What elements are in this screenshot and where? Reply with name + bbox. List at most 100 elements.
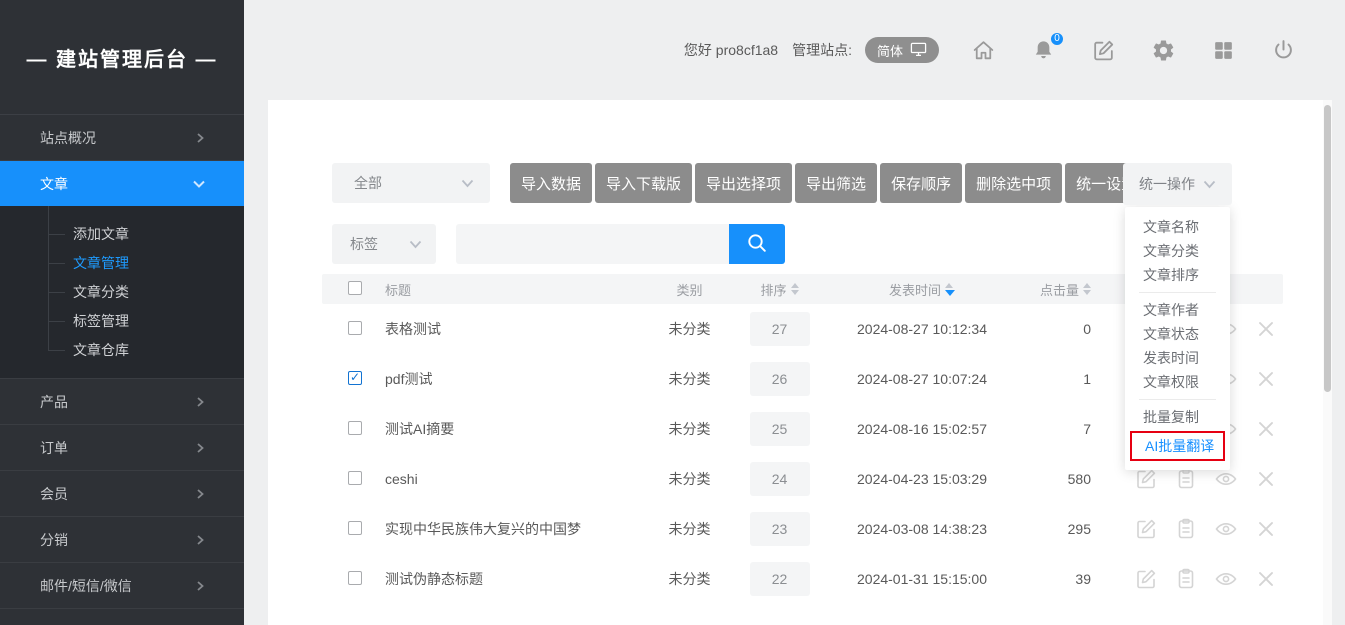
view-icon[interactable] [1214,517,1238,541]
sidebar-item-mail-sms-wechat[interactable]: 邮件/短信/微信 [0,563,244,609]
delete-icon[interactable] [1254,317,1278,341]
sidebar-item-orders[interactable]: 订单 [0,425,244,471]
click-count: 7 [1012,421,1097,437]
column-header-clicks: 点击量 [1040,280,1079,299]
sidebar-item-site-overview[interactable]: 站点概况 [0,115,244,161]
language-switch[interactable]: 简体 [865,37,939,63]
delete-icon[interactable] [1254,567,1278,591]
sort-arrows-icon [1083,283,1091,295]
submenu-item-tag-management[interactable]: 标签管理 [0,307,244,336]
row-checkbox[interactable] [348,421,362,435]
delete-icon[interactable] [1254,367,1278,391]
power-icon[interactable] [1271,38,1296,63]
compose-icon[interactable] [1091,38,1116,63]
menu-item-article-author[interactable]: 文章作者 [1125,298,1230,322]
sidebar-item-members[interactable]: 会员 [0,471,244,517]
edit-icon[interactable] [1134,567,1158,591]
table-row: 测试伪静态标题 未分类 22 2024-01-31 15:15:00 39 [322,554,1283,604]
export-filtered-button[interactable]: 导出筛选 [795,163,877,203]
publish-time: 2024-01-31 15:15:00 [832,571,1012,587]
submenu-item-article-repository[interactable]: 文章仓库 [0,336,244,365]
delete-icon[interactable] [1254,467,1278,491]
order-input[interactable]: 25 [750,412,810,446]
order-input[interactable]: 22 [750,562,810,596]
row-checkbox[interactable] [348,521,362,535]
chevron-right-icon [194,580,206,592]
row-checkbox[interactable] [348,471,362,485]
sidebar-item-distribution[interactable]: 分销 [0,517,244,563]
order-input[interactable]: 27 [750,312,810,346]
search-field-select[interactable]: 标签 [332,224,436,264]
click-count: 1 [1012,371,1097,387]
menu-divider [1139,399,1216,400]
bulk-buttons: 导入数据 导入下载版 导出选择项 导出筛选 保存顺序 删除选中项 统一设置SEO [510,163,1179,203]
menu-item-batch-copy[interactable]: 批量复制 [1125,405,1230,429]
topbar: 您好 pro8cf1a8 管理站点: 简体 0 [244,0,1345,100]
sidebar-item-articles[interactable]: 文章 [0,161,244,206]
order-input[interactable]: 23 [750,512,810,546]
row-checkbox[interactable] [348,371,362,385]
publish-time: 2024-03-08 14:38:23 [832,521,1012,537]
order-input[interactable]: 24 [750,462,810,496]
menu-item-ai-batch-translate[interactable]: AI批量翻译 [1132,436,1214,456]
delete-icon[interactable] [1254,417,1278,441]
menu-divider [1139,292,1216,293]
manage-site-label: 管理站点: [792,40,852,60]
submenu-item-add-article[interactable]: 添加文章 [0,220,244,249]
edit-icon[interactable] [1134,517,1158,541]
delete-icon[interactable] [1254,517,1278,541]
submenu-item-article-category[interactable]: 文章分类 [0,278,244,307]
copy-icon[interactable] [1174,567,1198,591]
sort-control-order[interactable]: 排序 [727,280,832,299]
article-category: 未分类 [652,319,727,339]
click-count: 580 [1012,471,1097,487]
scrollbar-thumb[interactable] [1324,105,1331,392]
delete-selected-button[interactable]: 删除选中项 [965,163,1062,203]
import-data-button[interactable]: 导入数据 [510,163,592,203]
batch-operation-dropdown[interactable]: 统一操作 [1123,163,1232,205]
row-checkbox[interactable] [348,571,362,585]
sidebar-item-label: 邮件/短信/微信 [40,576,132,596]
chevron-right-icon [194,534,206,546]
edit-icon[interactable] [1134,467,1158,491]
row-checkbox[interactable] [348,321,362,335]
submenu-item-article-management[interactable]: 文章管理 [0,249,244,278]
settings-icon[interactable] [1151,38,1176,63]
view-icon[interactable] [1214,467,1238,491]
click-count: 39 [1012,571,1097,587]
search-icon [745,231,769,258]
app-title: — 建站管理后台 — [26,43,217,72]
apps-grid-icon[interactable] [1211,38,1236,63]
vertical-scrollbar[interactable] [1323,100,1332,625]
column-header-published: 发表时间 [889,280,941,299]
menu-item-article-category[interactable]: 文章分类 [1125,239,1230,263]
copy-icon[interactable] [1174,517,1198,541]
export-selected-button[interactable]: 导出选择项 [695,163,792,203]
sort-arrows-icon [791,283,799,295]
search-field-value: 标签 [350,234,378,254]
notifications-icon[interactable]: 0 [1031,38,1056,63]
menu-item-article-name[interactable]: 文章名称 [1125,215,1230,239]
article-title: pdf测试 [385,369,652,389]
import-download-version-button[interactable]: 导入下载版 [595,163,692,203]
menu-item-article-order[interactable]: 文章排序 [1125,263,1230,287]
sidebar-item-products[interactable]: 产品 [0,379,244,425]
topbar-icons: 0 [971,38,1296,63]
chevron-down-icon [461,175,474,191]
view-icon[interactable] [1214,567,1238,591]
home-icon[interactable] [971,38,996,63]
article-title: 表格测试 [385,319,652,339]
copy-icon[interactable] [1174,467,1198,491]
menu-item-publish-time[interactable]: 发表时间 [1125,346,1230,370]
category-filter-select[interactable]: 全部 [332,163,490,203]
order-input[interactable]: 26 [750,362,810,396]
search-button[interactable] [729,224,785,264]
sort-control-clicks[interactable]: 点击量 [1012,280,1091,299]
toolbar-row-1: 全部 导入数据 导入下载版 导出选择项 导出筛选 保存顺序 删除选中项 统一设置… [332,163,1179,203]
sort-control-published[interactable]: 发表时间 [832,280,1012,299]
select-all-checkbox[interactable] [348,281,362,295]
menu-item-article-status[interactable]: 文章状态 [1125,322,1230,346]
search-input[interactable] [456,224,729,264]
save-order-button[interactable]: 保存顺序 [880,163,962,203]
menu-item-article-permission[interactable]: 文章权限 [1125,370,1230,394]
